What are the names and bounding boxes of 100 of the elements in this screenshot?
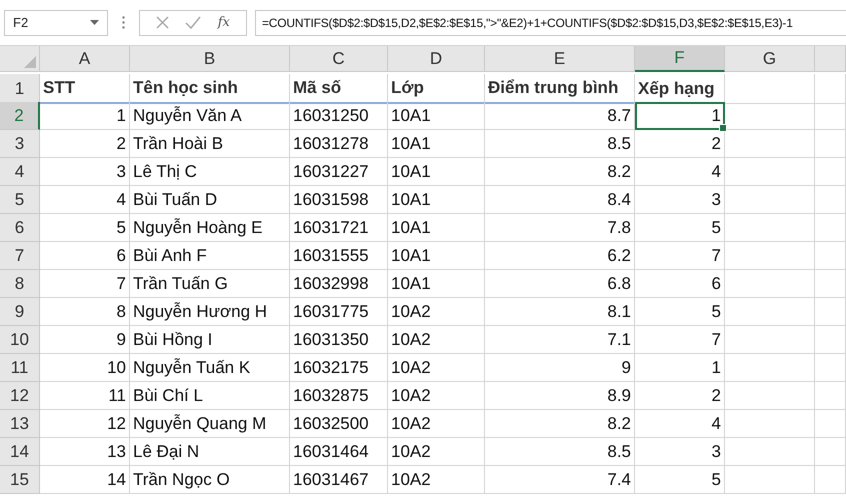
table-cell: 6 <box>40 242 130 270</box>
row-header[interactable]: 15 <box>0 466 40 494</box>
table-cell: 10A2 <box>388 438 485 466</box>
formula-field[interactable]: =COUNTIFS($D$2:$D$15,D2,$E$2:$E$15,">"&E2)+1+COUNTIFS($D$2:$D$15,D3,$E$2:$E$15,E3)-1 <box>255 10 846 36</box>
table-cell: 16032500 <box>290 410 388 438</box>
table-cell: Bùi Chí L <box>130 382 290 410</box>
row-header[interactable]: 11 <box>0 354 40 382</box>
empty-cell <box>815 382 846 410</box>
row-header[interactable]: 10 <box>0 326 40 354</box>
table-cell: 10A1 <box>388 130 485 158</box>
table-cell: Điểm trung bình <box>485 74 635 104</box>
empty-cell <box>815 102 846 130</box>
fill-handle[interactable] <box>719 124 727 132</box>
table-cell: Trần Hoài B <box>130 130 290 158</box>
drag-handle-icon[interactable] <box>122 16 125 29</box>
table-cell: 16031350 <box>290 326 388 354</box>
table-cell: Bùi Tuấn D <box>130 186 290 214</box>
row-header[interactable]: 13 <box>0 410 40 438</box>
row-header[interactable]: 8 <box>0 270 40 298</box>
table-cell: 8.1 <box>485 298 635 326</box>
row-header[interactable]: 14 <box>0 438 40 466</box>
table-cell: Bùi Hồng I <box>130 326 290 354</box>
name-box[interactable]: F2 <box>4 10 108 36</box>
column-header[interactable]: G <box>725 46 815 72</box>
cancel-icon[interactable] <box>156 16 170 29</box>
table-cell: 2 <box>635 382 725 410</box>
row-header[interactable]: 4 <box>0 158 40 186</box>
column-header[interactable]: B <box>130 46 290 72</box>
empty-cell <box>815 270 846 298</box>
row-header[interactable]: 9 <box>0 298 40 326</box>
table-cell: 16031775 <box>290 298 388 326</box>
table-cell: Lớp <box>388 74 485 104</box>
corner-triangle-icon <box>24 56 36 68</box>
dropdown-icon <box>90 20 99 25</box>
row-header[interactable]: 7 <box>0 242 40 270</box>
table-cell: 8 <box>40 298 130 326</box>
table-cell: Nguyễn Hoàng E <box>130 214 290 242</box>
table-cell: 14 <box>40 466 130 494</box>
table-cell: 10A2 <box>388 466 485 494</box>
column-header[interactable]: D <box>388 46 485 72</box>
row-header[interactable]: 5 <box>0 186 40 214</box>
empty-cell <box>815 410 846 438</box>
table-cell: 7.4 <box>485 466 635 494</box>
column-header[interactable]: C <box>290 46 388 72</box>
table-cell: 10 <box>40 354 130 382</box>
table-cell: 10A1 <box>388 158 485 186</box>
table-cell: Lê Thị C <box>130 158 290 186</box>
table-cell: 9 <box>40 326 130 354</box>
table-cell: 16031278 <box>290 130 388 158</box>
table-cell: 10A2 <box>388 382 485 410</box>
table-cell: 6.2 <box>485 242 635 270</box>
column-header[interactable]: E <box>485 46 635 72</box>
table-cell: Lê Đại N <box>130 438 290 466</box>
empty-cell <box>815 214 846 242</box>
table-cell: 11 <box>40 382 130 410</box>
table-cell: 6.8 <box>485 270 635 298</box>
table-cell: 16031721 <box>290 214 388 242</box>
table-cell: Nguyễn Tuấn K <box>130 354 290 382</box>
table-cell: 1 <box>40 102 130 130</box>
table-cell: 8.5 <box>485 130 635 158</box>
table-cell: 7.8 <box>485 214 635 242</box>
table-cell: 8.5 <box>485 438 635 466</box>
column-header[interactable] <box>815 46 846 72</box>
row-header[interactable]: 3 <box>0 130 40 158</box>
table-cell: 10A2 <box>388 354 485 382</box>
empty-cell <box>815 242 846 270</box>
insert-function-button[interactable]: fx <box>218 15 230 30</box>
table-cell: 5 <box>635 298 725 326</box>
row-header[interactable]: 12 <box>0 382 40 410</box>
table-cell: 10A2 <box>388 410 485 438</box>
table-cell: 13 <box>40 438 130 466</box>
table-cell: 2 <box>40 130 130 158</box>
table-cell: 5 <box>635 466 725 494</box>
table-cell: 16031598 <box>290 186 388 214</box>
empty-cell <box>815 354 846 382</box>
column-header[interactable]: A <box>40 46 130 72</box>
table-cell: 3 <box>40 158 130 186</box>
row-header[interactable]: 1 <box>0 74 40 104</box>
table-cell: 8.2 <box>485 158 635 186</box>
table-cell: Trần Tuấn G <box>130 270 290 298</box>
table-cell: Mã số <box>290 74 388 104</box>
table-cell: 12 <box>40 410 130 438</box>
table-cell: 7.1 <box>485 326 635 354</box>
empty-cell <box>815 326 846 354</box>
table-cell: 16032875 <box>290 382 388 410</box>
table-cell: Trần Ngọc O <box>130 466 290 494</box>
table-cell: 4 <box>635 410 725 438</box>
select-all-button[interactable] <box>0 46 40 72</box>
row-header[interactable]: 2 <box>0 102 40 130</box>
table-cell: 1 <box>635 354 725 382</box>
table-cell: 5 <box>635 214 725 242</box>
row-header[interactable]: 6 <box>0 214 40 242</box>
table-cell: 10A1 <box>388 214 485 242</box>
check-icon[interactable] <box>185 16 202 29</box>
table-cell: STT <box>40 74 130 104</box>
empty-cell <box>815 74 846 104</box>
table-cell: 10A1 <box>388 270 485 298</box>
table-cell: 10A1 <box>388 242 485 270</box>
column-header[interactable]: F <box>635 46 725 72</box>
table-cell: 7 <box>40 270 130 298</box>
